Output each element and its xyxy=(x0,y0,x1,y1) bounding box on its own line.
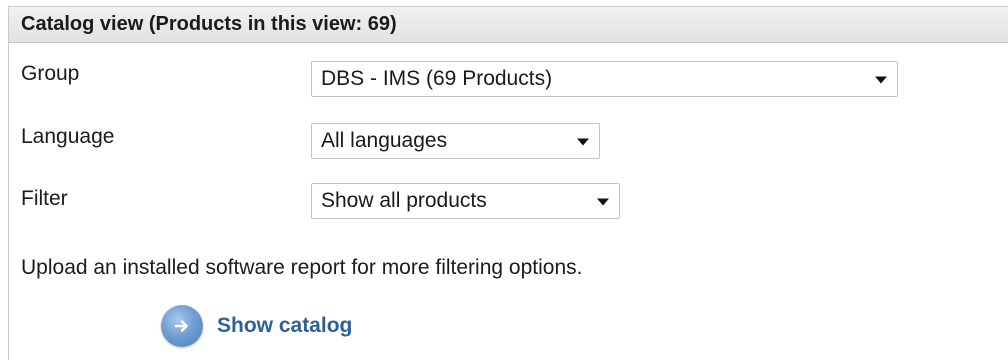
group-select-value: DBS - IMS (69 Products) xyxy=(321,67,553,90)
panel-header: Catalog view (Products in this view: 69) xyxy=(9,7,1008,43)
language-select[interactable]: All languages xyxy=(311,123,600,159)
filter-select-value: Show all products xyxy=(321,189,487,212)
chevron-down-icon xyxy=(577,138,589,146)
show-catalog-button[interactable]: Show catalog xyxy=(161,305,352,347)
panel-title: Catalog view (Products in this view: 69) xyxy=(21,13,397,35)
upload-report-hint: Upload an installed software report for … xyxy=(21,256,583,279)
chevron-down-icon xyxy=(875,76,887,84)
show-catalog-label[interactable]: Show catalog xyxy=(217,314,352,338)
language-select-value: All languages xyxy=(321,129,448,152)
group-label: Group xyxy=(21,62,80,85)
chevron-down-icon xyxy=(597,198,609,206)
language-label: Language xyxy=(21,125,115,148)
filter-select[interactable]: Show all products xyxy=(311,183,620,219)
arrow-right-icon[interactable] xyxy=(161,305,203,347)
catalog-view-panel: Catalog view (Products in this view: 69)… xyxy=(8,6,1008,360)
group-select[interactable]: DBS - IMS (69 Products) xyxy=(311,61,898,97)
filter-label: Filter xyxy=(21,187,68,210)
